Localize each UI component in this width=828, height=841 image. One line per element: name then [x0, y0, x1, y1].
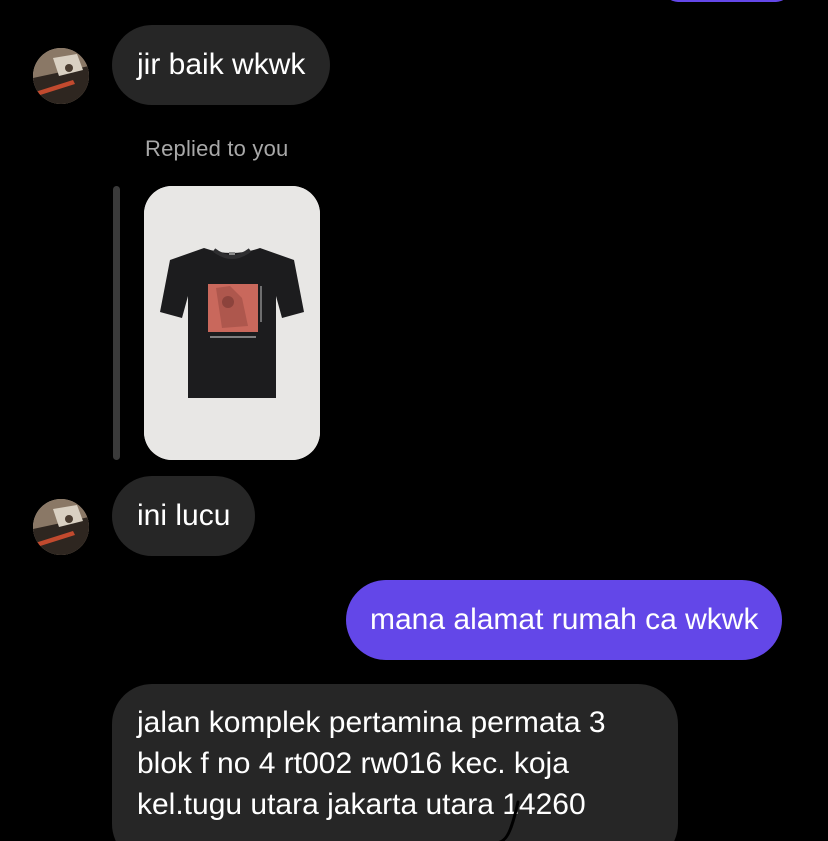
reply-indicator-bar: [113, 186, 120, 460]
replied-to-you-label: Replied to you: [145, 136, 289, 161]
message-line: jalan komplek pertamina permata 3: [137, 706, 606, 739]
message-text: ini lucu: [137, 499, 231, 532]
message-line: blok f no 4 rt002 rw016 kec. koja: [137, 747, 569, 780]
message-bubble[interactable]: ini lucu: [112, 476, 256, 556]
message-bubble[interactable]: jir baik wkwk: [112, 25, 331, 105]
avatar-photo-icon: [33, 48, 89, 104]
drawing-stroke: [498, 800, 520, 841]
avatar-photo-icon: [33, 499, 89, 555]
message-line: kel.tugu utara jakarta utara 14260: [137, 788, 586, 821]
message-text: mana alamat rumah ca wkwk: [370, 603, 759, 636]
tshirt-image-icon: [144, 186, 320, 460]
chat-screen: jir baik wkwk Replied to you ini lucu ma…: [0, 0, 828, 841]
contact-avatar[interactable]: [33, 499, 89, 555]
message-text: jir baik wkwk: [137, 48, 306, 81]
outgoing-message-bubble[interactable]: mana alamat rumah ca wkwk: [346, 580, 783, 660]
story-reply-image[interactable]: [144, 186, 320, 460]
message-bubble[interactable]: jalan komplek pertamina permata 3 blok f…: [112, 684, 678, 841]
contact-avatar[interactable]: [33, 48, 89, 104]
previous-outgoing-bubble[interactable]: [664, 0, 790, 2]
